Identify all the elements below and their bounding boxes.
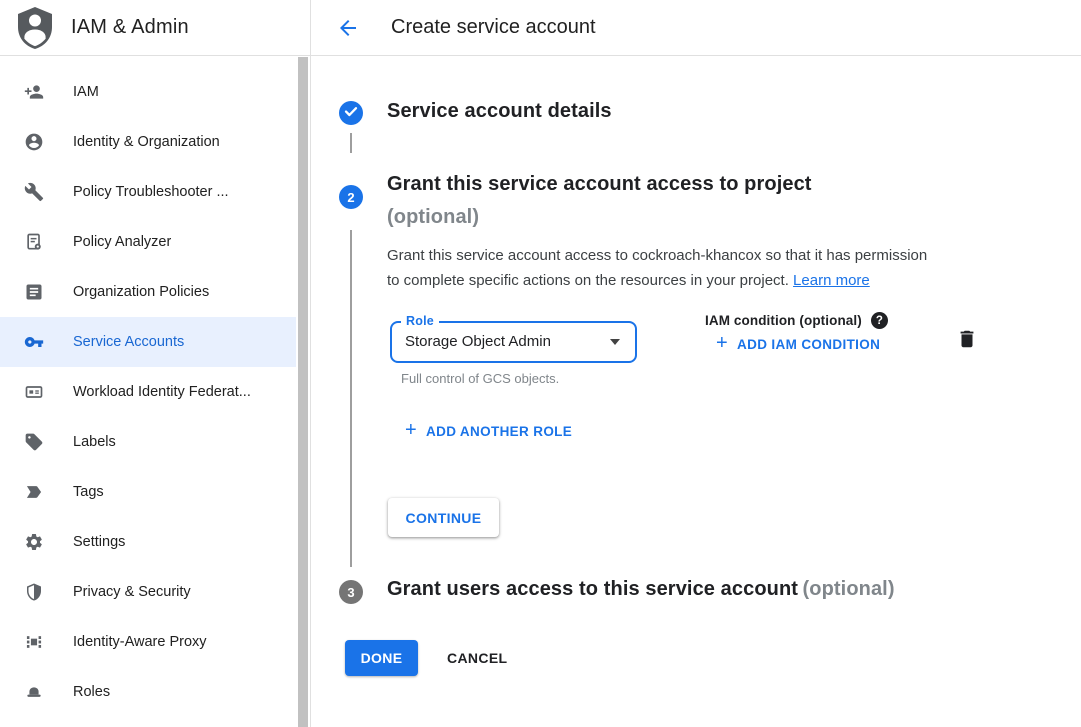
main-panel: Create service account Service account d… [311, 0, 1081, 727]
arrow-back-icon [336, 28, 360, 43]
sidebar-item-identity-aware-proxy[interactable]: Identity-Aware Proxy [0, 617, 296, 667]
sidebar-item-label: Roles [73, 684, 110, 700]
plus-icon: + [716, 335, 728, 351]
delete-role-button[interactable] [956, 328, 978, 353]
step-connector [350, 230, 352, 567]
sidebar-item-label: Workload Identity Federat... [73, 384, 251, 400]
description-line2: to complete specific actions on the reso… [387, 272, 789, 289]
sidebar-item-labels[interactable]: Labels [0, 417, 296, 467]
page-title: Create service account [391, 16, 596, 39]
role-select[interactable]: Role Storage Object Admin [390, 321, 637, 363]
wrench-icon [24, 182, 44, 202]
page-header: Create service account [311, 0, 1081, 56]
help-icon[interactable]: ? [871, 312, 888, 329]
account-circle-icon [24, 132, 44, 152]
app-title: IAM & Admin [71, 16, 189, 39]
stepper-content: Service account details 2 Grant this ser… [311, 56, 1081, 727]
badge-card-icon [24, 382, 44, 402]
step3-number: 3 [347, 585, 354, 600]
sidebar-item-privacy-security[interactable]: Privacy & Security [0, 567, 296, 617]
trash-icon [956, 338, 978, 353]
add-iam-condition-button[interactable]: + ADD IAM CONDITION [716, 336, 880, 352]
proxy-grid-icon [24, 632, 44, 652]
sidebar-item-label: Labels [73, 434, 116, 450]
step2-title: Grant this service account access to pro… [387, 168, 977, 201]
step2-number-circle: 2 [339, 185, 363, 209]
sidebar-item-roles[interactable]: Roles [0, 667, 296, 717]
step-connector [350, 133, 352, 153]
sidebar-item-label: Settings [73, 534, 125, 550]
back-button[interactable] [336, 16, 360, 40]
step1-status-circle [339, 101, 363, 125]
sidebar-item-policy-analyzer[interactable]: Policy Analyzer [0, 217, 296, 267]
chevron-down-icon [610, 339, 620, 345]
step2-description: Grant this service account access to coc… [387, 243, 997, 293]
sidebar-item-label: IAM [73, 84, 99, 100]
document-gear-icon [24, 232, 44, 252]
step3-number-circle: 3 [339, 580, 363, 604]
hat-icon [24, 682, 44, 702]
half-shield-icon [24, 582, 44, 602]
sidebar-header: IAM & Admin [0, 0, 310, 56]
cancel-button[interactable]: CANCEL [447, 640, 507, 676]
sidebar-item-label: Identity & Organization [73, 134, 220, 150]
sidebar-item-label: Tags [73, 484, 104, 500]
sidebar-item-policy-troubleshooter[interactable]: Policy Troubleshooter ... [0, 167, 296, 217]
add-another-role-label: ADD ANOTHER ROLE [426, 424, 572, 439]
step3-heading: Grant users access to this service accou… [387, 578, 895, 601]
step1-title: Service account details [387, 100, 612, 123]
person-add-icon [24, 82, 44, 102]
sidebar-item-identity-organization[interactable]: Identity & Organization [0, 117, 296, 167]
iam-condition-label: IAM condition (optional) [705, 313, 862, 328]
label-arrow-icon [24, 482, 44, 502]
tag-icon [24, 432, 44, 452]
service-account-key-icon [24, 332, 44, 352]
gear-icon [24, 532, 44, 552]
add-another-role-button[interactable]: + ADD ANOTHER ROLE [405, 423, 572, 439]
sidebar-item-label: Policy Troubleshooter ... [73, 184, 229, 200]
sidebar-scrollbar[interactable] [298, 57, 308, 727]
sidebar-item-iam[interactable]: IAM [0, 67, 296, 117]
step2-number: 2 [347, 190, 354, 205]
sidebar-nav: IAM Identity & Organization Policy Troub… [0, 56, 310, 717]
sidebar-item-organization-policies[interactable]: Organization Policies [0, 267, 296, 317]
plus-icon: + [405, 422, 417, 438]
done-button[interactable]: DONE [345, 640, 418, 676]
sidebar-item-label: Identity-Aware Proxy [73, 634, 207, 650]
sidebar-item-tags[interactable]: Tags [0, 467, 296, 517]
sidebar-item-workload-identity-federation[interactable]: Workload Identity Federat... [0, 367, 296, 417]
sidebar-item-label: Service Accounts [73, 334, 184, 350]
step2-heading: Grant this service account access to pro… [387, 168, 977, 235]
description-line1: Grant this service account access to coc… [387, 243, 997, 268]
sidebar-item-label: Organization Policies [73, 284, 209, 300]
shield-person-icon [15, 6, 55, 50]
step3-optional-label: (optional) [803, 578, 895, 600]
sidebar-item-label: Policy Analyzer [73, 234, 171, 250]
sidebar-item-settings[interactable]: Settings [0, 517, 296, 567]
iam-condition-label-row: IAM condition (optional) ? [705, 312, 888, 329]
check-icon [339, 99, 363, 128]
step3-title: Grant users access to this service accou… [387, 578, 798, 600]
sidebar: IAM & Admin IAM Identity & Organization … [0, 0, 311, 727]
article-icon [24, 282, 44, 302]
add-iam-condition-label: ADD IAM CONDITION [737, 337, 880, 352]
step2-optional-label: (optional) [387, 206, 479, 228]
role-selected-value: Storage Object Admin [405, 323, 551, 361]
role-helper-text: Full control of GCS objects. [401, 371, 559, 386]
continue-button[interactable]: CONTINUE [388, 498, 499, 537]
sidebar-item-label: Privacy & Security [73, 584, 191, 600]
learn-more-link[interactable]: Learn more [793, 272, 870, 289]
sidebar-item-service-accounts[interactable]: Service Accounts [0, 317, 296, 367]
